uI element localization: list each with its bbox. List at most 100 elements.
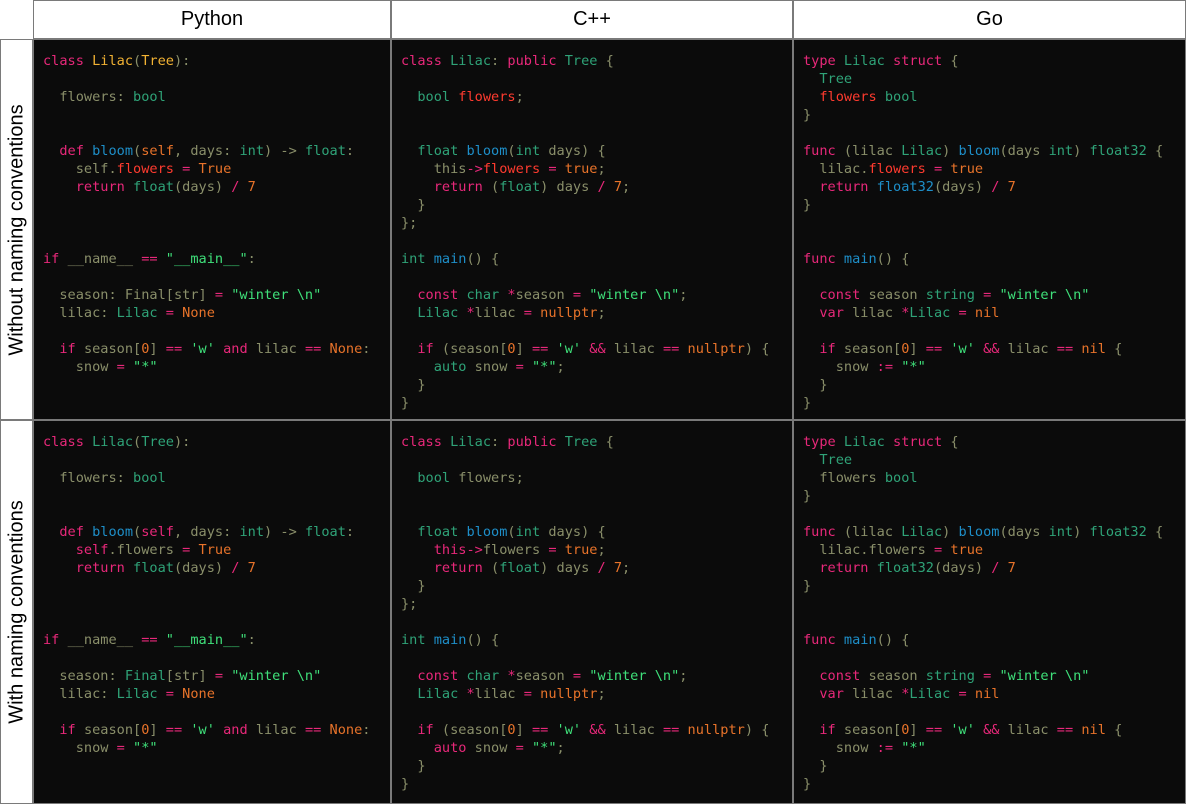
code-token: ( [507,143,516,159]
code-token: const [417,668,467,684]
code-token: Lilac [909,305,951,321]
code-line: const season string = "winter \n" [803,667,1185,685]
code-line: return float32(days) / 7 [803,559,1185,577]
code-token: = [116,740,125,756]
comparison-table: Python C++ Go Without naming conventions… [0,0,1186,804]
code-token: "__main__" [165,251,248,267]
code-token: () { [466,251,500,267]
code-token: : [247,251,256,267]
code-token: = [523,305,532,321]
code-token: flowers; [450,470,524,486]
code-token: season: [43,668,125,684]
code-token: True [198,542,232,558]
code-block: class Lilac(Tree): flowers: bool def blo… [43,433,390,757]
code-token: ) days [540,179,598,195]
code-token: 7 [247,179,256,195]
code-token: Tree [564,434,598,450]
code-token: season[ [83,341,142,357]
code-token: ; [556,359,565,375]
code-token: ) -> [264,143,305,159]
code-line: } [401,376,792,394]
code-token: int [1048,524,1074,540]
code-token: float [417,524,467,540]
code-token: : [362,341,371,357]
code-token: } [401,197,426,213]
code-token: ; [597,686,606,702]
code-line: if season[0] == 'w' && lilac == nil { [803,340,1185,358]
code-token: 'w' [190,722,215,738]
code-token: char [466,668,508,684]
code-token: Lilac [901,524,943,540]
code-token: Lilac [909,686,951,702]
code-token: flowers [482,161,541,177]
code-token: } [803,776,812,792]
code-line: const season string = "winter \n" [803,286,1185,304]
row-header-with: With naming conventions [0,420,33,804]
code-token: () { [466,632,500,648]
code-line: func (lilac Lilac) bloom(days int) float… [803,523,1185,541]
code-token: string [925,287,975,303]
code-token: = [958,305,967,321]
code-token: flowers [482,542,549,558]
code-token: = [165,686,174,702]
code-token: "winter \n" [589,287,680,303]
code-token: (days) [173,179,232,195]
code-line: return float(days) / 7 [43,178,390,196]
code-token: ] [909,341,926,357]
code-block: class Lilac: public Tree { bool flowers;… [401,52,792,412]
code-token: { [942,434,959,450]
code-line: int main() { [401,250,792,268]
code-token: } [803,488,812,504]
code-token: snow [803,359,877,375]
code-line: return float(days) / 7 [43,559,390,577]
column-header-go: Go [793,0,1186,39]
code-token: season[ [835,341,902,357]
code-token: bloom [958,524,1000,540]
code-token: true [950,542,984,558]
code-token: float32 [1089,143,1147,159]
code-token: string [925,668,975,684]
code-token: float32 [876,560,934,576]
code-token: (season[ [433,341,508,357]
code-line: Lilac *lilac = nullptr; [401,304,792,322]
code-token: / [597,560,606,576]
code-token: this [401,161,467,177]
code-token: season[ [835,722,902,738]
code-token: 7 [613,179,623,195]
code-line: } [401,757,792,775]
code-token: == [662,341,680,357]
code-token: 7 [247,560,256,576]
code-line: bool flowers; [401,88,792,106]
code-line: season: Final[str] = "winter \n" [43,286,390,304]
code-block: class Lilac(Tree): flowers: bool def blo… [43,52,390,376]
code-token: __name__ [67,632,142,648]
code-line: class Lilac: public Tree { [401,433,792,451]
code-line: snow := "*" [803,739,1185,757]
code-token: "*" [901,359,926,375]
code-token: Lilac [417,686,467,702]
code-token: season [515,668,573,684]
code-token: nil [1081,722,1106,738]
